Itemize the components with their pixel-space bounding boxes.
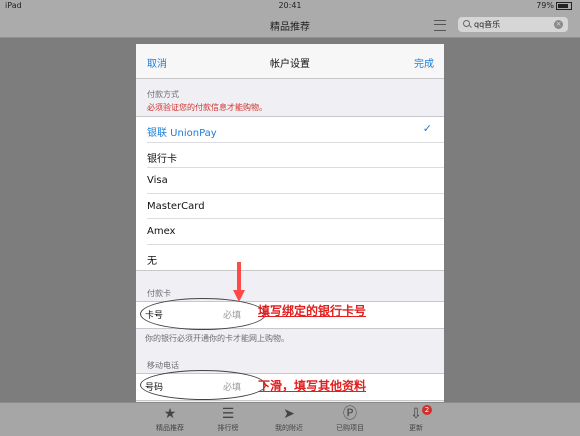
checkmark-icon: ✓ <box>422 122 432 135</box>
option-label: Amex <box>147 226 176 237</box>
tab-featured[interactable]: ★ 精品推荐 <box>140 405 200 433</box>
update-icon: ⇩ <box>410 406 422 422</box>
phone-field-highlight-ellipse <box>140 370 266 400</box>
phone-callout-text: 下滑，填写其他资料 <box>258 379 367 393</box>
tab-near-me[interactable]: ➤ 我的附近 <box>259 405 319 433</box>
payment-options-list: 银联 UnionPay ✓ 银行卡 Visa MasterCard Amex 无 <box>136 116 444 271</box>
modal-header: 取消 帐户设置 完成 <box>136 44 444 79</box>
option-label: MasterCard <box>147 200 205 212</box>
payment-option-amex[interactable]: Amex <box>136 219 444 245</box>
clear-search-icon[interactable]: × <box>554 20 563 29</box>
payment-option-visa[interactable]: Visa <box>136 168 444 194</box>
phone-section-label: 移动电话 <box>147 361 179 370</box>
payment-option-bank-card[interactable]: 银行卡 <box>136 143 444 169</box>
card-section-label: 付款卡 <box>147 289 171 298</box>
battery-icon <box>556 1 572 10</box>
tab-updates[interactable]: ⇩ 2 更新 <box>386 405 446 433</box>
battery-indicator: 79% <box>536 1 572 10</box>
card-field-highlight-ellipse <box>140 298 266 330</box>
list-menu-icon[interactable] <box>434 20 446 31</box>
option-label: 无 <box>147 255 157 267</box>
option-label: Visa <box>147 175 168 186</box>
update-badge: 2 <box>422 405 432 415</box>
tab-bar: ★ 精品推荐 ☰ 排行榜 ➤ 我的附近 Ⓟ 已购项目 ⇩ 2 更新 <box>0 402 580 436</box>
payment-option-none[interactable]: 无 <box>136 245 444 271</box>
location-icon: ➤ <box>283 406 295 422</box>
card-note: 你的银行必须开通你的卡才能网上购物。 <box>145 334 289 343</box>
option-label: 银行卡 <box>147 153 177 165</box>
tab-label: 更新 <box>409 424 423 432</box>
tab-charts[interactable]: ☰ 排行榜 <box>198 405 258 433</box>
payment-section-label: 付款方式 <box>147 90 179 99</box>
status-bar: iPad 20:41 79% <box>0 0 580 13</box>
payment-option-mastercard[interactable]: MasterCard <box>136 194 444 220</box>
top-nav-bar: 精品推荐 qq音乐 × <box>0 13 580 38</box>
tab-label: 精品推荐 <box>156 424 184 432</box>
battery-percent: 79% <box>536 1 554 10</box>
purchased-icon: Ⓟ <box>343 406 357 422</box>
list-icon: ☰ <box>221 406 235 422</box>
star-icon: ★ <box>163 406 177 422</box>
card-callout-text: 填写绑定的银行卡号 <box>258 304 367 318</box>
search-icon <box>463 20 470 27</box>
done-button[interactable]: 完成 <box>414 55 434 70</box>
tab-label: 排行榜 <box>217 424 239 432</box>
tab-label: 已购项目 <box>336 424 364 432</box>
search-input[interactable]: qq音乐 × <box>458 17 568 32</box>
tab-label: 我的附近 <box>275 424 303 432</box>
modal-title: 帐户设置 <box>270 59 310 70</box>
annotation-arrow <box>237 262 241 292</box>
option-label: 银联 UnionPay <box>147 128 217 139</box>
annotation-arrow-head <box>233 290 245 302</box>
status-time: 20:41 <box>278 1 302 10</box>
account-settings-modal: 取消 帐户设置 完成 付款方式 必须验证您的付款信息才能购物。 银联 Union… <box>136 44 444 402</box>
payment-option-unionpay[interactable]: 银联 UnionPay ✓ <box>136 117 444 143</box>
search-input-value: qq音乐 <box>474 20 501 29</box>
payment-warning: 必须验证您的付款信息才能购物。 <box>147 103 267 112</box>
tab-purchased[interactable]: Ⓟ 已购项目 <box>320 405 380 433</box>
